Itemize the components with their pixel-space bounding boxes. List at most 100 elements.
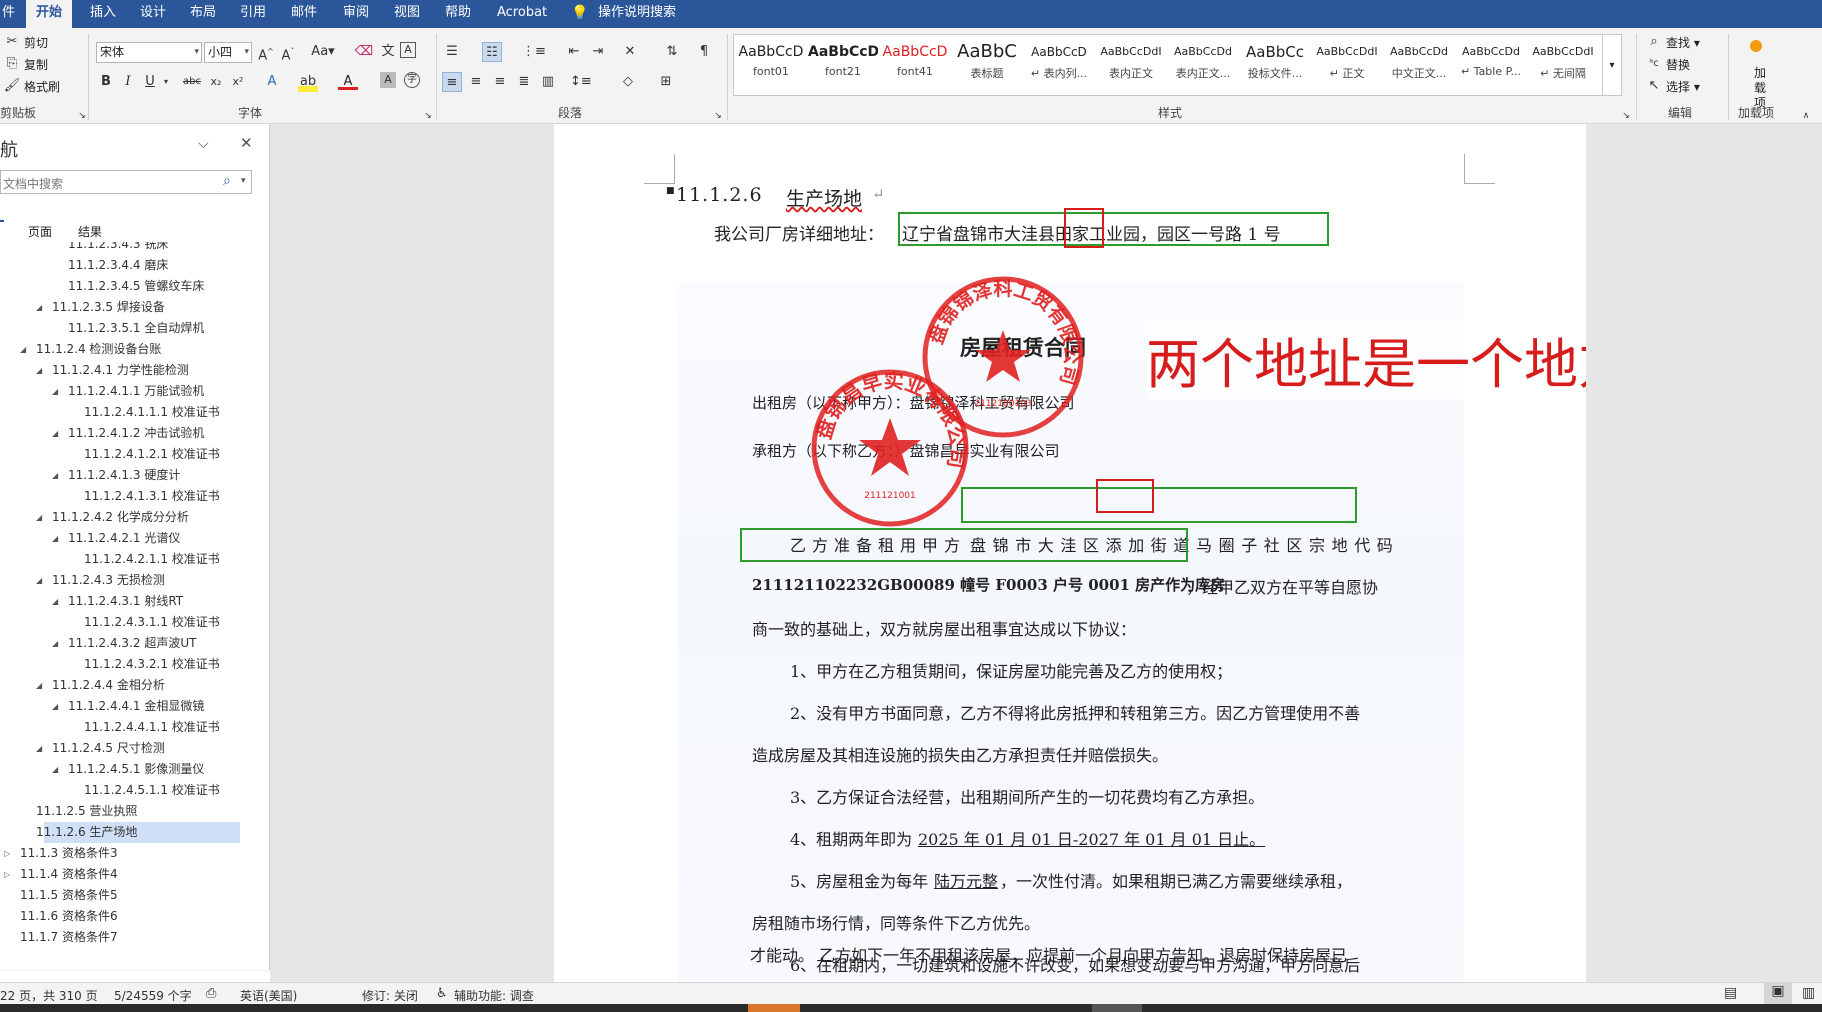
nav-heading-item[interactable]: ◢ 11.1.2.4 检测设备台账: [0, 339, 240, 360]
nav-heading-item[interactable]: 11.1.5 资格条件5: [0, 885, 240, 906]
grow-font-icon[interactable]: A^: [256, 42, 276, 63]
numbering-icon[interactable]: ☷: [482, 42, 502, 62]
nav-heading-item[interactable]: 11.1.2.4.1.3.1 校准证书: [0, 486, 240, 507]
text-effects-icon[interactable]: A: [262, 72, 282, 92]
style-item[interactable]: AaBbCcD font21: [808, 39, 878, 93]
nav-heading-item[interactable]: ◢ 11.1.2.4.4.1 金相显微镜: [0, 696, 240, 717]
tab-view[interactable]: 视图: [384, 0, 430, 28]
style-item[interactable]: AaBbCcDd 中文正文...: [1384, 39, 1454, 93]
print-layout-icon[interactable]: ▣: [1764, 983, 1792, 1004]
collapse-icon[interactable]: ◢: [52, 528, 58, 549]
style-item[interactable]: AaBbCcD font41: [880, 39, 950, 93]
chinese-layout-icon[interactable]: ✕: [620, 42, 640, 62]
style-item[interactable]: AaBbCc 投标文件...: [1240, 39, 1310, 93]
close-icon[interactable]: ✕: [240, 134, 253, 152]
paragraph-dialog-launcher-icon[interactable]: ↘: [708, 106, 728, 126]
document-page[interactable]: ■ 11.1.2.6 生产场地 ↵ 我公司厂房详细地址： 辽宁省盘锦市大洼县田家…: [554, 124, 1686, 982]
collapse-ribbon-icon[interactable]: ∧: [1796, 106, 1816, 126]
tab-mailings[interactable]: 邮件: [281, 0, 327, 28]
proofing-icon[interactable]: ⎙: [206, 986, 216, 1001]
tell-me-search[interactable]: 操作说明搜索: [588, 0, 686, 28]
nav-heading-item[interactable]: ▷ 11.1.3 资格条件3: [0, 843, 240, 864]
tab-design[interactable]: 设计: [130, 0, 176, 28]
font-size-combo[interactable]: 小四 ▾: [204, 42, 252, 63]
nav-heading-item[interactable]: 11.1.2.5 营业执照: [0, 801, 240, 822]
strikethrough-icon[interactable]: abc: [182, 72, 202, 92]
char-border-icon[interactable]: A: [400, 42, 416, 58]
read-mode-icon[interactable]: ▤: [1724, 985, 1737, 1001]
nav-heading-item[interactable]: ◢ 11.1.2.4.2 化学成分分析: [0, 507, 240, 528]
nav-heading-item[interactable]: 11.1.2.3.4.3 铣床: [0, 242, 240, 255]
dialog-launcher-icon[interactable]: ↘: [72, 106, 92, 126]
style-item[interactable]: AaBbC 表标题: [952, 39, 1022, 93]
align-right-icon[interactable]: ≡: [490, 72, 510, 92]
multilevel-list-icon[interactable]: ⋮≡: [522, 42, 546, 62]
tab-references[interactable]: 引用: [230, 0, 276, 28]
word-count[interactable]: 5/24559 个字: [114, 987, 192, 1004]
collapse-icon[interactable]: ◢: [20, 339, 26, 360]
cut-button[interactable]: 剪切: [24, 34, 48, 51]
nav-heading-item[interactable]: ◢ 11.1.2.4.1.1 万能试验机: [0, 381, 240, 402]
nav-heading-item[interactable]: 11.1.2.3.5.1 全自动焊机: [0, 318, 240, 339]
increase-indent-icon[interactable]: ⇥: [588, 42, 608, 62]
nav-heading-item[interactable]: ▷ 11.1.4 资格条件4: [0, 864, 240, 885]
collapse-icon[interactable]: ◢: [52, 696, 58, 717]
nav-heading-item[interactable]: 11.1.2.3.4.4 磨床: [0, 255, 240, 276]
show-marks-icon[interactable]: ¶: [694, 42, 714, 62]
collapse-icon[interactable]: ◢: [52, 465, 58, 486]
underline-dropdown-icon[interactable]: ▾: [156, 72, 176, 92]
distributed-icon[interactable]: ▥: [538, 72, 558, 92]
style-item[interactable]: AaBbCcDd 表内正文...: [1168, 39, 1238, 93]
nav-heading-item[interactable]: 11.1.2.4.4.1.1 校准证书: [0, 717, 240, 738]
tab-home[interactable]: 开始: [26, 0, 73, 28]
enclosed-char-icon[interactable]: 字: [404, 72, 420, 88]
styles-dialog-launcher-icon[interactable]: ↘: [1616, 106, 1636, 126]
nav-heading-item[interactable]: ◢ 11.1.2.4.5 尺寸检测: [0, 738, 240, 759]
nav-heading-item[interactable]: ◢ 11.1.2.4.3.2 超声波UT: [0, 633, 240, 654]
font-dialog-launcher-icon[interactable]: ↘: [418, 106, 438, 126]
expand-icon[interactable]: ▷: [4, 843, 10, 864]
align-center-icon[interactable]: ≡: [466, 72, 486, 92]
font-color-icon[interactable]: A: [338, 72, 358, 90]
nav-heading-item[interactable]: 11.1.2.4.5.1.1 校准证书: [0, 780, 240, 801]
change-case-icon[interactable]: Aa▾: [306, 42, 340, 62]
superscript-icon[interactable]: x²: [228, 72, 248, 92]
style-item[interactable]: AaBbCcDdI ↵ 无间隔: [1528, 39, 1598, 93]
track-changes-status[interactable]: 修订: 关闭: [362, 987, 418, 1004]
nav-heading-item[interactable]: ◢ 11.1.2.4.4 金相分析: [0, 675, 240, 696]
web-layout-icon[interactable]: ▥: [1802, 985, 1815, 1001]
nav-heading-item[interactable]: 11.1.2.4.2.1.1 校准证书: [0, 549, 240, 570]
collapse-icon[interactable]: ◢: [52, 759, 58, 780]
nav-heading-item[interactable]: 11.1.2.3.4.5 管螺纹车床: [0, 276, 240, 297]
nav-heading-item[interactable]: ◢ 11.1.2.4.3.1 射线RT: [0, 591, 240, 612]
bullets-icon[interactable]: ☰: [442, 42, 462, 62]
style-item[interactable]: AaBbCcDdI ↵ 正文: [1312, 39, 1382, 93]
nav-heading-item[interactable]: ◢ 11.1.2.3.5 焊接设备: [0, 297, 240, 318]
format-painter-button[interactable]: 格式刷: [24, 78, 60, 95]
collapse-icon[interactable]: ◢: [36, 675, 42, 696]
language-status[interactable]: 英语(美国): [240, 987, 297, 1004]
nav-heading-item[interactable]: 11.1.2.6 生产场地: [36, 822, 240, 843]
collapse-icon[interactable]: ◢: [52, 591, 58, 612]
align-left-icon[interactable]: ≡: [442, 72, 462, 92]
shading-icon[interactable]: ◇: [618, 72, 638, 92]
tab-acrobat[interactable]: Acrobat: [487, 0, 557, 28]
style-item[interactable]: AaBbCcDdI 表内正文: [1096, 39, 1166, 93]
find-button[interactable]: 查找 ▾: [1666, 34, 1700, 51]
collapse-icon[interactable]: ◢: [36, 507, 42, 528]
search-icon[interactable]: ⌕: [223, 173, 231, 189]
borders-icon[interactable]: ⊞: [656, 72, 676, 92]
nav-heading-item[interactable]: ◢ 11.1.2.4.1.2 冲击试验机: [0, 423, 240, 444]
collapse-icon[interactable]: ◢: [36, 360, 42, 381]
nav-options-icon[interactable]: ⌵: [198, 136, 209, 152]
bold-icon[interactable]: B: [96, 72, 116, 92]
clear-format-icon[interactable]: ⌫: [354, 42, 374, 62]
collapse-icon[interactable]: ◢: [52, 423, 58, 444]
replace-button[interactable]: 替换: [1666, 56, 1690, 73]
nav-heading-item[interactable]: 11.1.6 资格条件6: [0, 906, 240, 927]
tab-results[interactable]: 结果: [78, 223, 102, 240]
accessibility-status[interactable]: 辅助功能: 调查: [454, 987, 534, 1004]
collapse-icon[interactable]: ◢: [52, 633, 58, 654]
nav-heading-item[interactable]: 11.1.2.4.1.1.1 校准证书: [0, 402, 240, 423]
nav-heading-item[interactable]: ◢ 11.1.2.4.2.1 光谱仪: [0, 528, 240, 549]
